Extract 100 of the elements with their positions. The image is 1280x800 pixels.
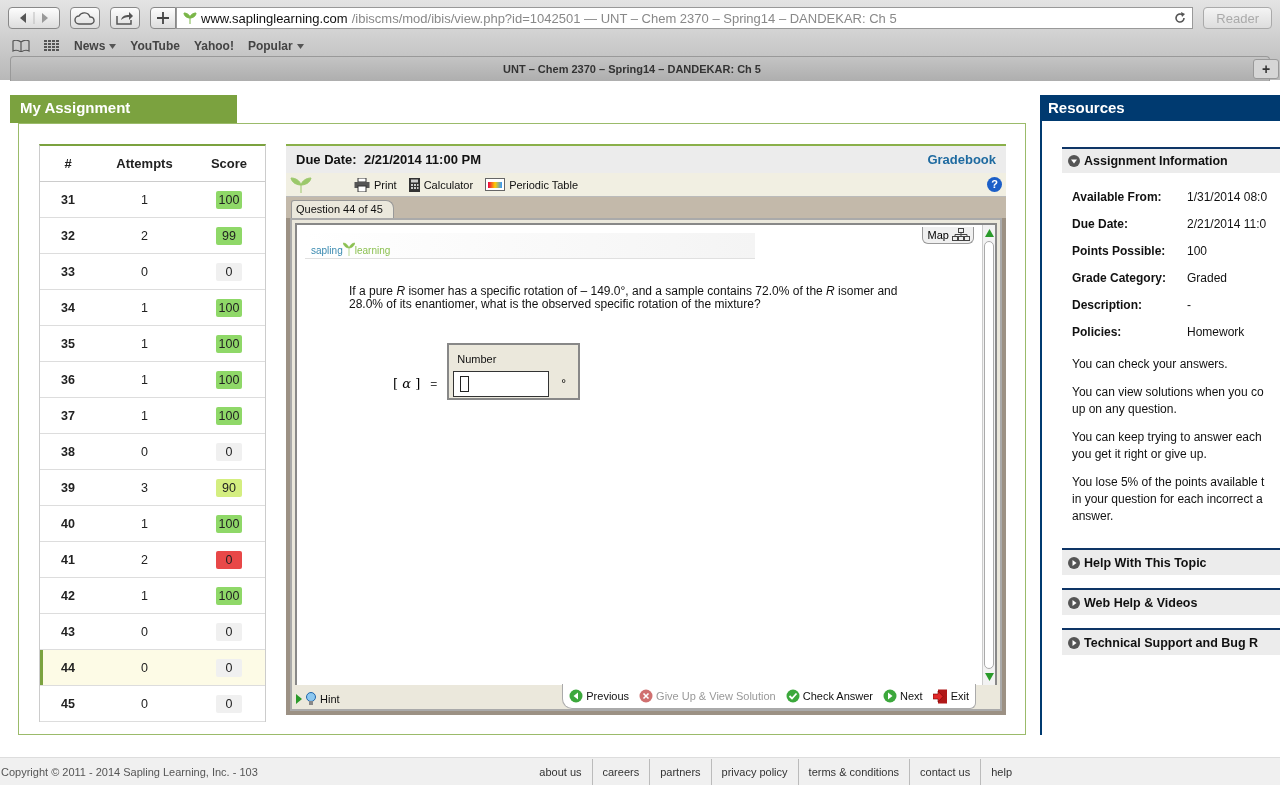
scrollbar[interactable] [982,225,995,685]
back-forward-buttons[interactable] [8,7,60,29]
footer-link[interactable]: careers [591,758,650,785]
score-badge: 100 [216,406,242,425]
bookmark-item[interactable]: News [74,39,117,53]
gradebook-link[interactable]: Gradebook [927,152,996,167]
answer-field[interactable] [453,371,550,397]
sapling-logo: sapling learning [305,233,755,259]
degree-unit: ° [561,377,567,391]
question-row[interactable]: 45 0 0 [40,686,265,722]
periodic-table-icon [485,178,506,191]
question-tab[interactable]: Question 44 of 45 [291,200,394,218]
icloud-button[interactable] [70,7,100,29]
grid-icon[interactable] [44,40,60,52]
question-row[interactable]: 40 1 100 [40,506,265,542]
rotation-symbol: [ α ] [393,376,421,391]
question-number: 34 [60,300,76,315]
attempts-count: 1 [140,372,149,387]
column-header: Attempts [115,156,174,171]
footer-link[interactable]: contact us [909,758,981,785]
up-arrow-icon[interactable] [984,229,994,237]
question-number: 43 [60,624,76,639]
attempts-count: 1 [140,300,149,315]
tab-title[interactable]: UNT – Chem 2370 – Spring14 – DANDEKAR: Ch 5 [11,63,1253,75]
action-button[interactable]: Previous [569,689,630,703]
tool-button[interactable]: Calculator [408,177,474,192]
score-badge: 100 [216,586,242,605]
policy-text: You lose 5% of the points available t in your question for each incorrect a answer. [1072,474,1266,525]
column-header: Score [209,156,249,171]
printer-icon [354,177,370,192]
cloud-icon [74,11,96,25]
info-value: - [1187,297,1191,312]
footer-link[interactable]: help [980,758,1022,785]
question-row[interactable]: 38 0 0 [40,434,265,470]
cross-icon [639,689,654,703]
help-button[interactable]: ? [987,177,1002,192]
reload-icon[interactable] [1174,12,1187,24]
field-label: Number [457,353,497,365]
down-arrow-icon[interactable] [984,673,994,681]
address-field[interactable]: www.saplinglearning.com /ibiscms/mod/ibis/view.php?id=1042501 — UNT – Chem 2370 – Spring14 – DANDEKAR: Ch 5 [176,7,1194,29]
action-button[interactable]: Check Answer [785,689,874,703]
attempts-count: 0 [140,444,149,459]
lightbulb-icon [296,692,318,706]
attempts-count: 0 [140,264,149,279]
question-row[interactable]: 41 2 0 [40,542,265,578]
question-number: 38 [60,444,76,459]
footer-link[interactable]: privacy policy [710,758,798,785]
toggle-icon [1068,556,1080,569]
footer-link[interactable]: terms & conditions [797,758,910,785]
attempts-count: 1 [140,516,149,531]
question-number: 39 [60,480,76,495]
hint-button[interactable]: Hint [296,692,340,709]
info-value: 1/31/2014 08:0 [1187,189,1268,204]
equals-sign: = [430,376,438,391]
share-button[interactable] [110,7,140,29]
bookmark-item[interactable]: YouTube [130,39,180,53]
question-row[interactable]: 37 1 100 [40,398,265,434]
question-row[interactable]: 33 0 0 [40,254,265,290]
accordion-header[interactable]: Assignment Information [1062,147,1280,173]
question-row[interactable]: 31 1 100 [40,182,265,218]
question-row[interactable]: 42 1 100 [40,578,265,614]
bookmark-item[interactable]: Popular [247,39,304,53]
tool-button[interactable]: Print [354,177,397,192]
question-row[interactable]: 34 1 100 [40,290,265,326]
tool-button[interactable]: Periodic Table [485,178,579,191]
plus-icon [157,12,169,24]
question-row[interactable]: 36 1 100 [40,362,265,398]
attempts-count: 1 [140,408,149,423]
accordion-header[interactable]: Technical Support and Bug R [1062,628,1280,655]
sprout-icon [342,242,355,256]
accordion-header[interactable]: Web Help & Videos [1062,588,1280,615]
add-bookmark-button[interactable] [150,7,176,29]
book-icon[interactable] [12,40,30,52]
new-tab-button[interactable]: + [1253,59,1279,79]
question-row[interactable]: 32 2 99 [40,218,265,254]
due-date: Due Date: 2/21/2014 11:00 PM [296,152,481,167]
map-button[interactable]: Map [921,227,974,244]
question-row[interactable]: 39 3 90 [40,470,265,506]
score-badge: 0 [216,262,242,281]
footer-link[interactable]: partners [649,758,711,785]
copyright-text: Copyright © 2011 - 2014 Sapling Learning, Inc. - 103 [0,765,258,778]
question-row[interactable]: 44 0 0 [40,650,265,686]
info-label: Due Date: [1072,216,1129,231]
question-number: 44 [60,660,76,675]
question-row[interactable]: 35 1 100 [40,326,265,362]
action-button[interactable]: Exit [932,688,969,704]
sprout-icon [290,176,312,193]
action-button[interactable]: Next [883,689,923,703]
info-label: Available From: [1072,189,1163,204]
attempts-count: 1 [140,192,149,207]
policy-text: You can check your answers. [1072,356,1229,373]
attempts-count: 1 [140,588,149,603]
toggle-icon [1068,155,1080,167]
footer-link[interactable]: about us [529,758,592,785]
score-badge: 0 [216,694,242,713]
policy-text: You can view solutions when you co up on any question. [1072,384,1265,418]
bookmark-item[interactable]: Yahoo! [193,39,234,53]
accordion-header[interactable]: Help With This Topic [1062,548,1280,575]
question-number: 40 [60,516,76,531]
toggle-icon [1068,596,1080,609]
